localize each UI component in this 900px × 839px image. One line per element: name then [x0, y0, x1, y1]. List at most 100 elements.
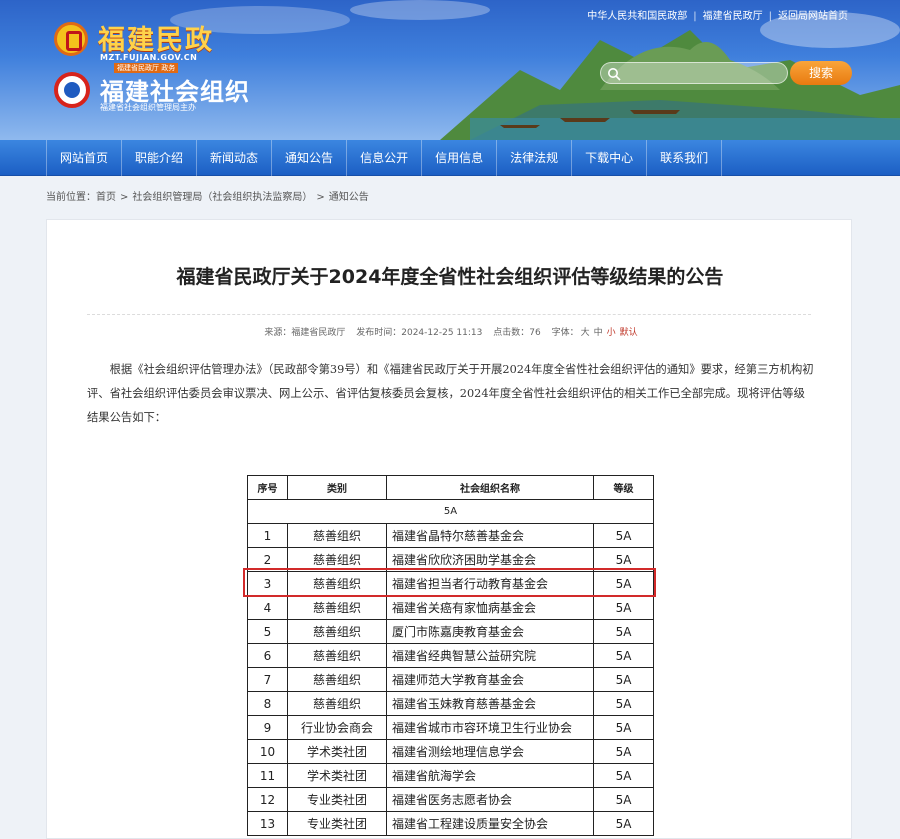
article-panel: 福建省民政厅关于2024年度全省性社会组织评估等级结果的公告 来源：福建省民政厅… — [46, 219, 852, 839]
logo1-title: 福建民政 — [98, 25, 214, 56]
cell-category: 慈善组织 — [287, 619, 387, 644]
cell-org-name: 福建师范大学教育基金会 — [386, 667, 594, 692]
search-input[interactable] — [625, 65, 781, 81]
cell-grade: 5A — [593, 547, 654, 572]
breadcrumb-home[interactable]: 首页 — [96, 192, 116, 203]
top-link-mca[interactable]: 中华人民共和国民政部 — [587, 11, 687, 22]
group-row-5a: 5A — [247, 499, 654, 524]
nav-item-home[interactable]: 网站首页 — [46, 140, 121, 176]
cell-category: 慈善组织 — [287, 691, 387, 716]
cell-org-name: 福建省航海学会 — [386, 763, 594, 788]
nav-item-downloads[interactable]: 下载中心 — [571, 140, 646, 176]
meta-date: 发布时间：2024-12-25 11:13 — [356, 328, 483, 338]
search-button[interactable]: 搜索 — [790, 61, 852, 85]
article-meta: 来源：福建省民政厅 发布时间：2024-12-25 11:13 点击数：76 字… — [47, 325, 853, 338]
table-row: 11 学术类社团 福建省航海学会 5A — [247, 763, 654, 788]
cell-grade: 5A — [593, 739, 654, 764]
civil-affairs-emblem-icon — [54, 22, 88, 56]
nav-item-credit-info[interactable]: 信用信息 — [421, 140, 496, 176]
cell-org-name: 厦门市陈嘉庚教育基金会 — [386, 619, 594, 644]
cell-category: 专业类社团 — [287, 787, 387, 812]
cell-org-name: 福建省玉妹教育慈善基金会 — [386, 691, 594, 716]
cell-no: 13 — [247, 811, 288, 836]
meta-clicks: 点击数：76 — [493, 328, 541, 338]
cell-org-name: 福建省经典智慧公益研究院 — [386, 643, 594, 668]
cell-grade: 5A — [593, 595, 654, 620]
cell-category: 慈善组织 — [287, 547, 387, 572]
cell-grade: 5A — [593, 763, 654, 788]
col-header-category: 类别 — [287, 475, 387, 500]
font-size-default[interactable]: 默认 — [620, 328, 638, 338]
table-row: 9 行业协会商会 福建省城市市容环境卫生行业协会 5A — [247, 715, 654, 740]
nav-item-notices[interactable]: 通知公告 — [271, 140, 346, 176]
table-row: 13 专业类社团 福建省工程建设质量安全协会 5A — [247, 811, 654, 836]
cell-org-name: 福建省城市市容环境卫生行业协会 — [386, 715, 594, 740]
cell-no: 3 — [247, 571, 288, 596]
font-size-medium[interactable]: 中 — [594, 328, 603, 338]
cell-grade: 5A — [593, 691, 654, 716]
cell-no: 8 — [247, 691, 288, 716]
search-box — [600, 62, 788, 84]
cell-category: 慈善组织 — [287, 643, 387, 668]
table-row: 7 慈善组织 福建师范大学教育基金会 5A — [247, 667, 654, 692]
cell-category: 慈善组织 — [287, 667, 387, 692]
cell-no: 12 — [247, 787, 288, 812]
cell-grade: 5A — [593, 787, 654, 812]
cell-grade: 5A — [593, 523, 654, 548]
nav-item-news[interactable]: 新闻动态 — [196, 140, 271, 176]
cell-grade: 5A — [593, 715, 654, 740]
group-label: 5A — [247, 499, 654, 524]
col-header-grade: 等级 — [593, 475, 654, 500]
nav-item-contact[interactable]: 联系我们 — [646, 140, 723, 176]
meta-source: 来源：福建省民政厅 — [264, 328, 346, 338]
cell-no: 7 — [247, 667, 288, 692]
table-row: 2 慈善组织 福建省欣欣济困助学基金会 5A — [247, 547, 654, 572]
cell-no: 1 — [247, 523, 288, 548]
top-link-return-home[interactable]: 返回局网站首页 — [778, 11, 848, 22]
cell-category: 慈善组织 — [287, 523, 387, 548]
table-row: 6 慈善组织 福建省经典智慧公益研究院 5A — [247, 643, 654, 668]
meta-font-label: 字体： — [551, 328, 579, 338]
article-body: 根据《社会组织评估管理办法》（民政部令第39号）和《福建省民政厅关于开展2024… — [87, 363, 814, 424]
article-title: 福建省民政厅关于2024年度全省性社会组织评估等级结果的公告 — [176, 266, 724, 288]
cell-org-name: 福建省测绘地理信息学会 — [386, 739, 594, 764]
cell-org-name: 福建省医务志愿者协会 — [386, 787, 594, 812]
cell-org-name: 福建省担当者行动教育基金会 — [386, 571, 594, 596]
cell-grade: 5A — [593, 571, 654, 596]
col-header-no: 序号 — [247, 475, 288, 500]
cell-grade: 5A — [593, 619, 654, 644]
cell-category: 学术类社团 — [287, 763, 387, 788]
font-size-small[interactable]: 小 — [607, 328, 616, 338]
cell-no: 2 — [247, 547, 288, 572]
breadcrumb-label: 当前位置： — [46, 192, 96, 203]
cell-org-name: 福建省工程建设质量安全协会 — [386, 811, 594, 836]
cell-no: 10 — [247, 739, 288, 764]
logo2-subtitle: 福建省社会组织管理局主办 — [100, 103, 196, 112]
cell-category: 行业协会商会 — [287, 715, 387, 740]
cell-category: 慈善组织 — [287, 595, 387, 620]
table-row: 1 慈善组织 福建省晶特尔慈善基金会 5A — [247, 523, 654, 548]
cell-grade: 5A — [593, 811, 654, 836]
table-row: 4 慈善组织 福建省关癌有家恤病基金会 5A — [247, 595, 654, 620]
breadcrumb-notices[interactable]: 通知公告 — [329, 192, 369, 203]
nav-item-info-disclosure[interactable]: 信息公开 — [346, 140, 421, 176]
social-org-emblem-icon — [54, 72, 90, 108]
cell-no: 11 — [247, 763, 288, 788]
top-link-fujian-civil[interactable]: 福建省民政厅 — [703, 11, 763, 22]
cell-category: 慈善组织 — [287, 571, 387, 596]
cell-category: 专业类社团 — [287, 811, 387, 836]
nav-item-laws[interactable]: 法律法规 — [496, 140, 571, 176]
logo1-domain: MZT.FUJIAN.GOV.CN — [100, 53, 198, 62]
top-links: 中华人民共和国民政部 | 福建省民政厅 | 返回局网站首页 — [587, 11, 848, 22]
breadcrumb: 当前位置：首页 > 社会组织管理局（社会组织执法监察局） > 通知公告 — [46, 192, 369, 203]
cell-org-name: 福建省欣欣济困助学基金会 — [386, 547, 594, 572]
font-size-large[interactable]: 大 — [581, 328, 590, 338]
breadcrumb-bureau[interactable]: 社会组织管理局（社会组织执法监察局） — [132, 192, 312, 203]
cell-grade: 5A — [593, 667, 654, 692]
site-header: 中华人民共和国民政部 | 福建省民政厅 | 返回局网站首页 福建民政 MZT.FUJIA… — [0, 0, 900, 140]
nav-item-functions[interactable]: 职能介绍 — [121, 140, 196, 176]
cell-no: 5 — [247, 619, 288, 644]
table-header-row: 序号 类别 社会组织名称 等级 — [247, 475, 654, 500]
table-row: 3 慈善组织 福建省担当者行动教育基金会 5A — [247, 571, 654, 596]
cell-org-name: 福建省晶特尔慈善基金会 — [386, 523, 594, 548]
